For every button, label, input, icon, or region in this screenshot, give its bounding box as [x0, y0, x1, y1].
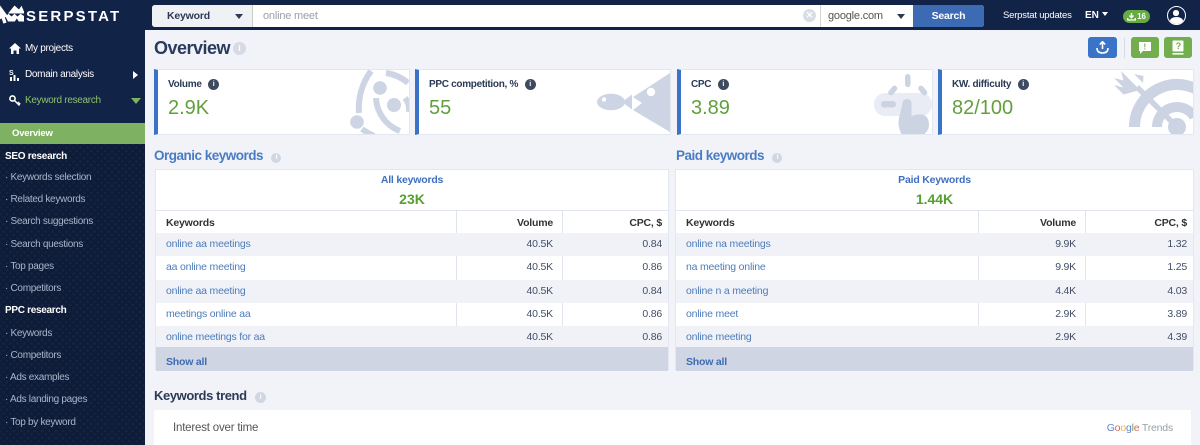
svg-text:S: S — [9, 70, 14, 77]
svg-text:!: ! — [1144, 43, 1147, 52]
svg-text:?: ? — [1176, 41, 1182, 51]
